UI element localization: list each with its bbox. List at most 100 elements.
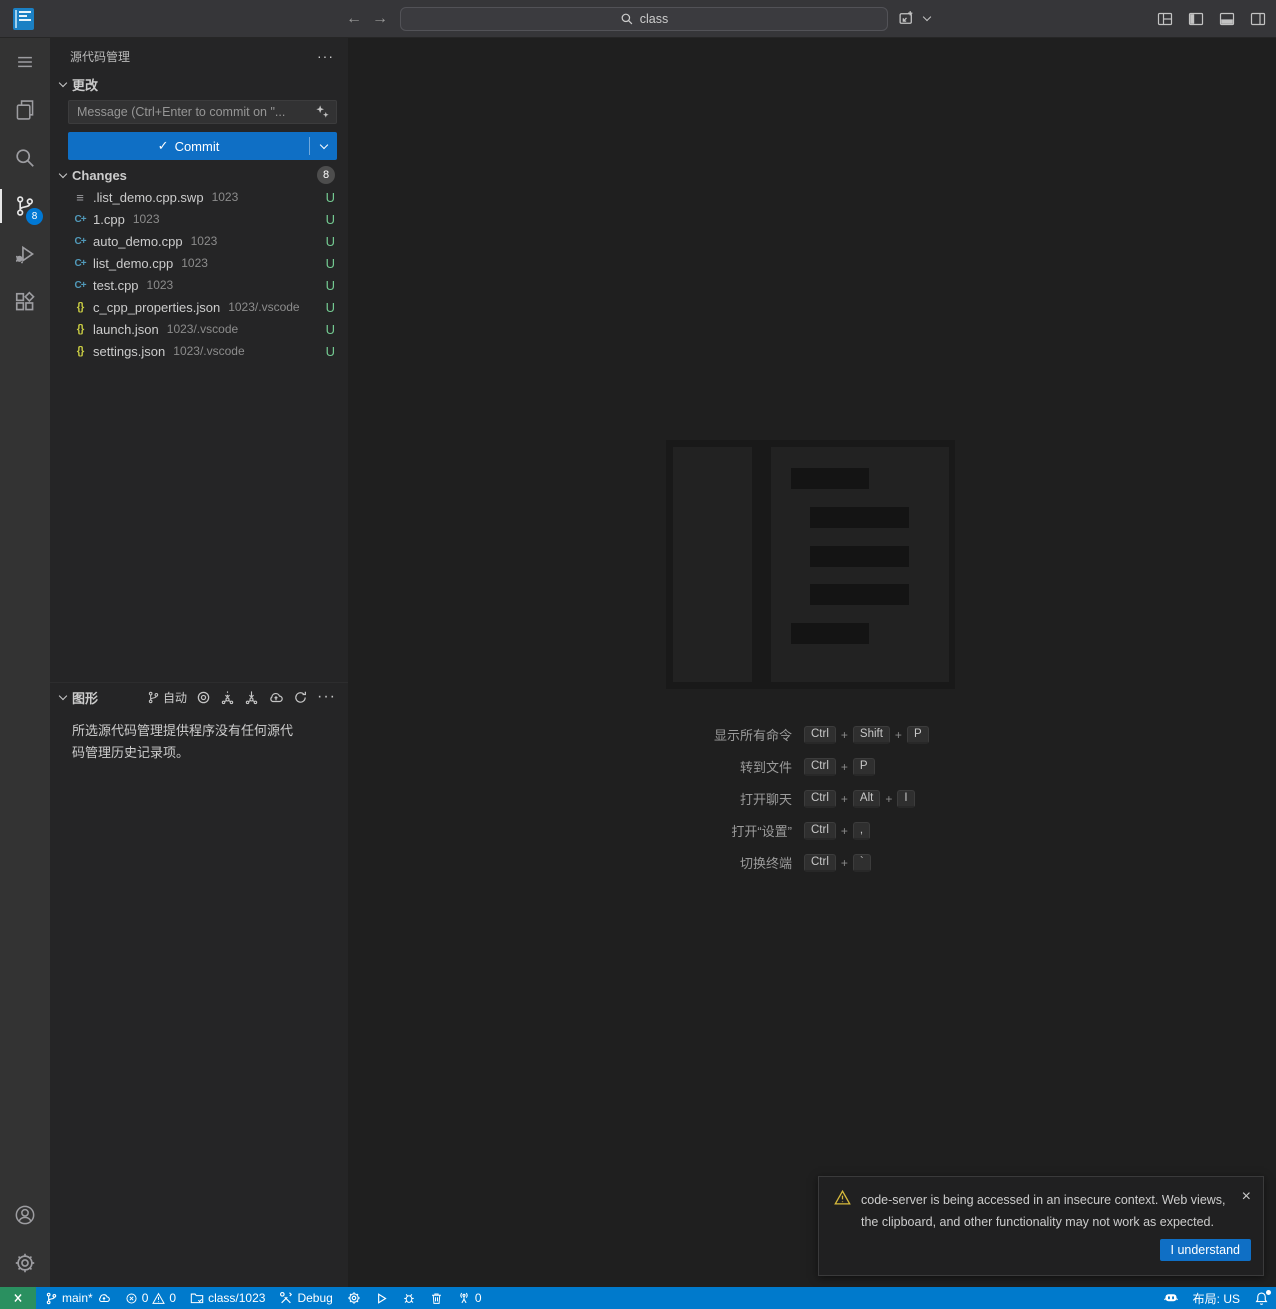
graph-more-actions-icon[interactable]: ··· [317,688,336,706]
file-name: 1.cpp [93,211,125,227]
build-gear-button[interactable] [340,1287,368,1309]
git-branch-icon [148,691,159,703]
nav-back-icon[interactable]: ← [346,8,362,30]
warning-icon [834,1189,851,1206]
scm-file-row[interactable]: {} launch.json 1023/.vscode U [50,318,348,340]
file-path: 1023/.vscode [166,322,239,336]
sidebar-item-explorer[interactable] [0,86,50,134]
stop-clean-button[interactable] [423,1287,450,1309]
commit-message-input[interactable] [68,100,337,124]
keyboard-layout-label: 布局: US [1192,1291,1240,1306]
sidebar-item-search[interactable] [0,134,50,182]
file-path: 1023/.vscode [173,344,245,358]
commit-button[interactable]: ✓ Commit [68,132,337,160]
copilot-status[interactable] [1156,1287,1186,1309]
git-branch-status[interactable]: main* [38,1287,118,1309]
hamburger-menu-icon [18,56,32,68]
section-header-changes-cn[interactable]: 更改 [50,74,348,94]
customize-layout-icon[interactable] [1157,11,1173,27]
scm-file-row[interactable]: ≡ .list_demo.cpp.swp 1023 U [50,186,348,208]
file-status-untracked[interactable]: U [326,190,335,205]
split-window-button[interactable] [898,10,936,27]
check-icon: ✓ [157,138,169,153]
scm-file-row[interactable]: C+ auto_demo.cpp 1023 U [50,230,348,252]
shortcut-label: 打开“设置” [731,824,792,839]
branch-name: main* [62,1291,93,1305]
file-type-icon: C+ [74,213,86,225]
git-fetch-icon[interactable] [220,690,235,705]
notifications-bell-button[interactable] [1247,1287,1276,1309]
scm-file-row[interactable]: C+ 1.cpp 1023 U [50,208,348,230]
i-understand-button[interactable]: I understand [1159,1239,1251,1261]
account-icon [15,1205,35,1225]
key-chip: , [852,821,871,840]
sidebar-item-extensions[interactable] [0,278,50,326]
problems-status[interactable]: 0 0 [118,1287,183,1309]
account-button[interactable] [0,1191,50,1239]
changes-count-badge: 8 [317,166,335,184]
keyboard-layout-status[interactable]: 布局: US [1186,1287,1247,1309]
remote-indicator[interactable] [0,1287,36,1309]
keyboard-shortcut-watermark: 显示所有命令 Ctrl + Shift + P 转到文件 Ctrl + P 打开聊天 Ctr… [348,725,1276,872]
file-path: 1023 [132,212,160,226]
shortcut-label: 转到文件 [739,760,792,775]
sidebar-item-run-debug[interactable] [0,230,50,278]
trash-icon [431,1293,441,1304]
commit-dropdown-button[interactable] [310,132,337,160]
git-pull-icon[interactable] [244,690,259,705]
command-center-search[interactable]: class [400,7,888,31]
file-status-untracked[interactable]: U [326,278,335,293]
refresh-icon[interactable] [293,690,308,705]
file-status-untracked[interactable]: U [326,256,335,271]
file-status-untracked[interactable]: U [326,212,335,227]
manage-settings-button[interactable] [0,1239,50,1287]
file-status-untracked[interactable]: U [326,344,335,359]
toggle-secondary-sidebar-icon[interactable] [1250,11,1266,27]
sidebar-item-source-control[interactable]: 8 [0,182,50,230]
key-chip: Shift [852,725,890,744]
key-chip: P [906,725,929,744]
toggle-primary-sidebar-icon[interactable] [1188,11,1204,27]
build-config-status[interactable]: Debug [272,1287,339,1309]
file-status-untracked[interactable]: U [326,322,335,337]
close-icon[interactable]: × [1242,1189,1251,1205]
graph-empty-message: 所选源代码管理提供程序没有任何源代码管理历史记录项。 [72,723,294,760]
ports-forwarded-status[interactable]: 0 [450,1287,489,1309]
run-debug-icon [16,245,35,264]
run-button[interactable] [368,1287,395,1309]
git-push-cloud-icon[interactable] [268,689,284,705]
chevron-down-icon [58,691,68,700]
file-path: 1023 [190,234,218,248]
history-item-reference-icon[interactable] [196,690,211,705]
key-chip: Ctrl [804,789,836,808]
panel-more-actions-icon[interactable]: ··· [317,48,334,64]
file-path: 1023 [181,256,208,270]
file-type-icon: C+ [74,279,86,291]
scm-file-row[interactable]: {} settings.json 1023/.vscode U [50,340,348,362]
folder-icon [190,1293,204,1304]
file-status-untracked[interactable]: U [326,234,335,249]
scm-file-row[interactable]: C+ list_demo.cpp 1023 U [50,252,348,274]
nav-forward-icon[interactable]: → [372,8,388,30]
menu-button[interactable] [0,38,50,86]
graph-section-title[interactable]: 图形 [72,688,98,707]
git-branch-icon [46,1292,57,1304]
file-path: 1023 [146,278,174,292]
files-icon [16,100,34,120]
repository-picker-button[interactable]: 自动 [147,689,187,706]
panel-title: 源代码管理 [70,49,131,64]
toggle-panel-icon[interactable] [1219,11,1235,27]
debug-button[interactable] [395,1287,423,1309]
generate-commit-message-icon[interactable] [315,104,330,119]
notification-message: code-server is being accessed in an inse… [861,1193,1226,1229]
chevron-down-icon [58,78,68,87]
changes-tree-header[interactable]: Changes 8 [50,164,348,186]
file-status-untracked[interactable]: U [326,300,335,315]
file-type-icon: ≡ [76,189,84,205]
scm-file-row[interactable]: C+ test.cpp 1023 U [50,274,348,296]
code-server-logo-icon [13,8,34,30]
workspace-status[interactable]: class/1023 [183,1287,272,1309]
error-icon [126,1292,137,1304]
play-icon [377,1292,387,1304]
scm-file-row[interactable]: {} c_cpp_properties.json 1023/.vscode U [50,296,348,318]
